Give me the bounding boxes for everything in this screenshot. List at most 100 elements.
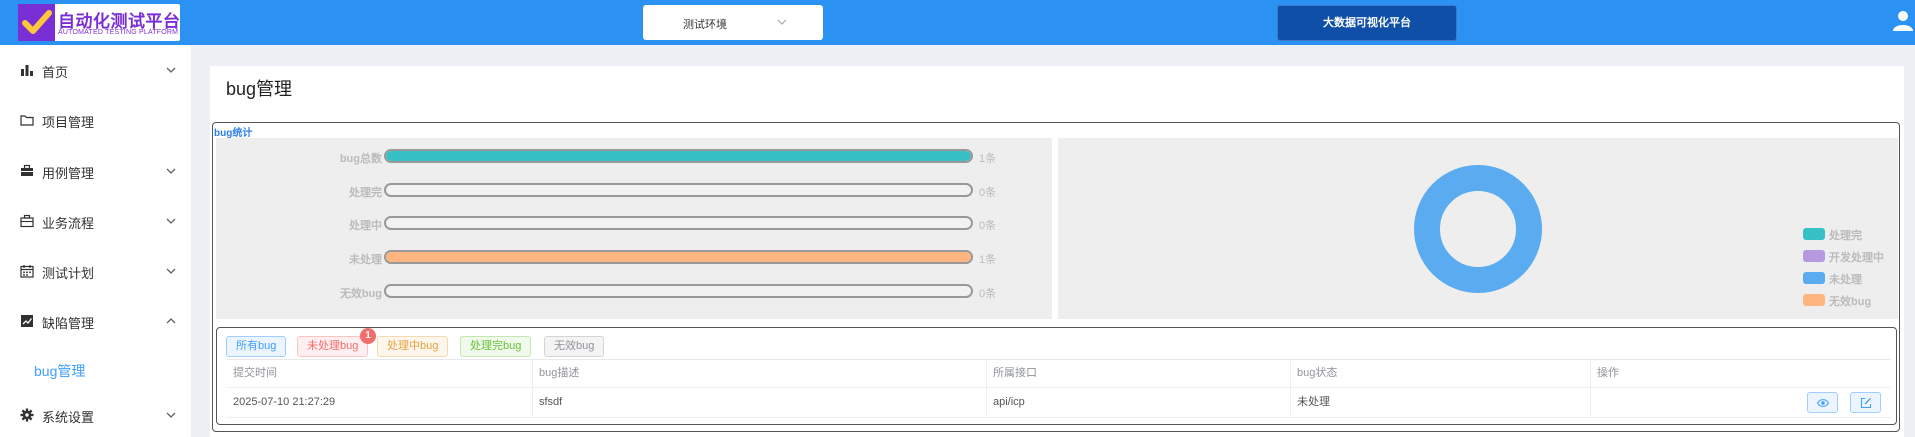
donut-slice (1414, 165, 1542, 293)
bar-chart-icon (21, 65, 33, 76)
page-title: bug管理 (226, 79, 293, 99)
view-button[interactable] (1807, 392, 1838, 413)
bar-value-label: 0条 (979, 187, 997, 199)
bug-table: 提交时间 bug描述 所属接口 bug状态 操作 2025-07-10 21:2… (227, 359, 1891, 419)
filter-tab[interactable]: 所有bug (226, 336, 287, 357)
folder-icon (20, 115, 34, 126)
cell-actions (1591, 388, 1891, 417)
sidebar-item-home[interactable]: 首页 (0, 50, 191, 90)
sidebar-item-projects[interactable]: 项目管理 (0, 100, 191, 140)
legend-swatch (1803, 294, 1825, 306)
cell-interface: api/icp (987, 388, 1291, 417)
bar-fill (386, 252, 971, 262)
bug-stats-box: bug统计 bug总数 1条 处理完 0条 处理中 0条 未处理 1条 无效bug 0条 处理完开… (212, 122, 1900, 432)
edit-button[interactable] (1850, 392, 1881, 413)
sidebar-item-workflow[interactable]: 业务流程 (0, 201, 191, 241)
legend-swatch (1803, 250, 1825, 262)
chevron-down-icon (777, 19, 787, 25)
sidebar-item-settings[interactable]: 系统设置 (0, 395, 191, 435)
top-header: 自动化测试平台 AUTOMATED TESTING PLATFORM 测试环境 … (0, 0, 1915, 45)
bar-category-label: 处理中 (349, 220, 382, 232)
chevron-up-icon (166, 318, 176, 324)
user-avatar-icon[interactable] (1892, 9, 1914, 31)
gear-icon (20, 408, 34, 422)
cell-bug-status: 未处理 (1291, 388, 1591, 417)
bar-value-label: 0条 (979, 220, 997, 232)
environment-select[interactable]: 测试环境 (643, 5, 823, 40)
column-header: bug状态 (1291, 360, 1591, 387)
bug-status-donut-chart: 处理完开发处理中未处理无效bug (1058, 138, 1898, 319)
bar-value-label: 0条 (979, 288, 997, 300)
bug-table-box: 所有bug 未处理bug 1 处理中bug 处理完bug 无效bug 提交时间 bug描述… (216, 327, 1897, 425)
bar-row: 处理完 0条 (216, 182, 1052, 199)
legend-swatch (1803, 228, 1825, 240)
table-row[interactable]: 2025-07-10 21:27:29 sfsdf api/icp 未处理 (227, 388, 1891, 418)
filter-tab[interactable]: 无效bug (544, 336, 605, 357)
legend-label: 处理完 (1829, 230, 1862, 242)
eye-icon (1817, 399, 1829, 407)
logo-subtitle: AUTOMATED TESTING PLATFORM (58, 29, 179, 36)
bar-row: 未处理 1条 (216, 249, 1052, 266)
chevron-down-icon (166, 67, 176, 73)
bar-category-label: 处理完 (349, 187, 382, 199)
legend-item[interactable]: 开发处理中 (1803, 248, 1898, 264)
chevron-down-icon (166, 412, 176, 418)
sidebar-item-label: 系统设置 (42, 410, 95, 425)
stats-title: bug统计 (214, 128, 253, 139)
app-logo[interactable]: 自动化测试平台 AUTOMATED TESTING PLATFORM (18, 4, 180, 41)
trend-chart-icon (21, 315, 33, 327)
column-header: 所属接口 (987, 360, 1291, 387)
chevron-down-icon (166, 168, 176, 174)
bar-value-label: 1条 (979, 254, 997, 266)
sidebar-item-label: 首页 (42, 65, 69, 80)
chevron-down-icon (166, 218, 176, 224)
bar-row: 无效bug 0条 (216, 283, 1052, 300)
donut-ring (1414, 165, 1542, 293)
sidebar-item-label: 测试计划 (42, 266, 95, 281)
main-panel: bug管理 bug统计 bug总数 1条 处理完 0条 处理中 0条 未处理 1条 无效bug 0… (210, 66, 1904, 437)
briefcase-icon (21, 164, 33, 176)
bigdata-platform-button[interactable]: 大数据可视化平台 (1277, 5, 1457, 41)
sidebar-item-label: 用例管理 (42, 166, 95, 181)
suitcase-icon (20, 214, 34, 228)
bar-category-label: bug总数 (339, 153, 382, 165)
sidebar-item-label: 项目管理 (42, 115, 95, 130)
sidebar-subitem-label: bug管理 (34, 363, 86, 379)
sidebar-item-cases[interactable]: 用例管理 (0, 151, 191, 191)
legend-label: 开发处理中 (1829, 252, 1884, 264)
legend-swatch (1803, 272, 1825, 284)
table-header: 提交时间 bug描述 所属接口 bug状态 操作 (227, 360, 1891, 388)
sidebar-item-label: 业务流程 (42, 216, 95, 231)
sidebar-item-label: 缺陷管理 (42, 316, 95, 331)
bug-count-bar-chart: bug总数 1条 处理完 0条 处理中 0条 未处理 1条 无效bug 0条 (216, 138, 1052, 319)
bar-track (384, 216, 973, 230)
bar-value-label: 1条 (979, 153, 997, 165)
legend-label: 未处理 (1829, 274, 1862, 286)
bar-track (384, 284, 973, 298)
bar-track (384, 149, 973, 163)
logo-check-icon (18, 4, 55, 41)
edit-icon (1860, 397, 1872, 409)
bar-row: bug总数 1条 (216, 148, 1052, 165)
filter-tab[interactable]: 处理中bug (377, 336, 449, 357)
column-header: 操作 (1597, 367, 1619, 379)
column-header: bug描述 (533, 360, 987, 387)
filter-tab[interactable]: 处理完bug (460, 336, 532, 357)
filter-tab[interactable]: 未处理bug (297, 336, 369, 357)
column-header: 提交时间 (227, 360, 533, 387)
environment-select-value: 测试环境 (683, 19, 727, 31)
sidebar: 首页 项目管理 用例管理 业务流程 测试计划 缺陷管理 bug管理 系统设置 (0, 45, 191, 437)
legend-item[interactable]: 未处理 (1803, 270, 1898, 286)
sidebar-item-test-plan[interactable]: 测试计划 (0, 251, 191, 291)
count-badge: 1 (360, 328, 376, 344)
legend-label: 无效bug (1829, 296, 1872, 308)
legend-item[interactable]: 无效bug (1803, 292, 1898, 308)
sidebar-item-defects[interactable]: 缺陷管理 (0, 301, 191, 341)
bar-category-label: 无效bug (339, 288, 382, 300)
sidebar-subitem-bug-management[interactable]: bug管理 (0, 350, 191, 390)
bar-fill (386, 151, 971, 161)
legend-item[interactable]: 处理完 (1803, 226, 1898, 242)
calendar-icon (20, 265, 34, 278)
bar-row: 处理中 0条 (216, 215, 1052, 232)
bar-category-label: 未处理 (349, 254, 382, 266)
